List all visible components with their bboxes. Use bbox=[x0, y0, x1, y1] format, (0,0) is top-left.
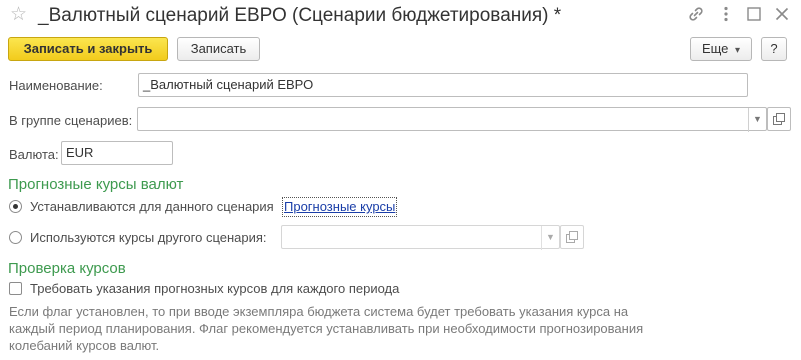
form-window: ☆ _Валютный сценарий ЕВРО (Сценарии бюдж… bbox=[0, 0, 801, 360]
maximize-icon[interactable] bbox=[744, 4, 764, 24]
forecast-rates-link[interactable]: Прогнозные курсы bbox=[281, 197, 398, 217]
hint-text: Если флаг установлен, то при вводе экзем… bbox=[9, 304, 644, 353]
forecast-section-title: Прогнозные курсы валют bbox=[8, 176, 184, 193]
check-section-title: Проверка курсов bbox=[8, 260, 126, 277]
group-field[interactable]: ▼ bbox=[137, 107, 767, 132]
save-button[interactable]: Записать bbox=[177, 37, 260, 61]
window-title: _Валютный сценарий ЕВРО (Сценарии бюджет… bbox=[38, 5, 562, 26]
radio-own-rates[interactable] bbox=[9, 200, 22, 213]
link-icon[interactable] bbox=[686, 4, 706, 24]
close-icon[interactable] bbox=[772, 4, 792, 24]
help-button[interactable]: ? bbox=[761, 37, 787, 61]
currency-field[interactable]: EUR bbox=[61, 141, 173, 165]
radio-other-scenario-label: Используются курсы другого сценария: bbox=[30, 230, 267, 245]
save-and-close-button[interactable]: Записать и закрыть bbox=[8, 37, 168, 61]
more-vertical-icon[interactable] bbox=[716, 4, 736, 24]
more-button[interactable]: Еще ▾ bbox=[690, 37, 752, 61]
require-rates-label: Требовать указания прогнозных курсов для… bbox=[30, 281, 400, 296]
currency-label: Валюта: bbox=[9, 147, 59, 162]
other-scenario-field[interactable]: ▼ bbox=[281, 225, 560, 250]
radio-other-scenario[interactable] bbox=[9, 231, 22, 244]
group-label: В группе сценариев: bbox=[9, 113, 133, 128]
chevron-down-icon: ▾ bbox=[735, 45, 741, 56]
open-icon[interactable] bbox=[560, 225, 584, 249]
name-field[interactable]: _Валютный сценарий ЕВРО bbox=[138, 73, 748, 97]
require-rates-checkbox[interactable] bbox=[9, 282, 22, 295]
name-label: Наименование: bbox=[9, 78, 103, 93]
chevron-down-icon[interactable]: ▼ bbox=[748, 108, 766, 132]
open-icon[interactable] bbox=[767, 107, 791, 131]
star-icon[interactable]: ☆ bbox=[10, 5, 27, 25]
chevron-down-icon[interactable]: ▼ bbox=[541, 226, 559, 250]
title-bar: ☆ _Валютный сценарий ЕВРО (Сценарии бюдж… bbox=[0, 0, 801, 34]
more-label: Еще bbox=[701, 41, 729, 56]
radio-own-rates-label: Устанавливаются для данного сценария bbox=[30, 199, 274, 214]
